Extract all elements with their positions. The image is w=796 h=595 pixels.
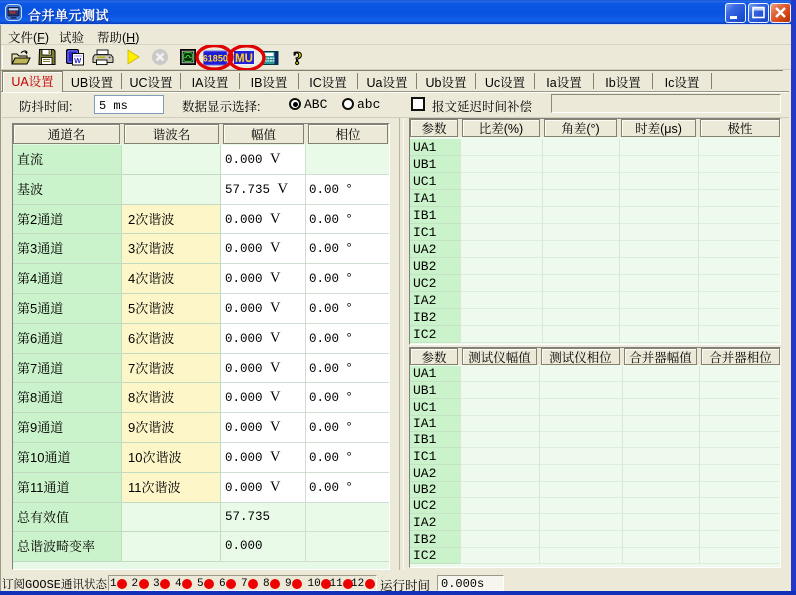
svg-text:W: W (74, 56, 82, 65)
svg-text:MU: MU (235, 53, 253, 65)
svg-text:?: ? (293, 49, 303, 70)
svg-text:61850: 61850 (203, 53, 228, 63)
